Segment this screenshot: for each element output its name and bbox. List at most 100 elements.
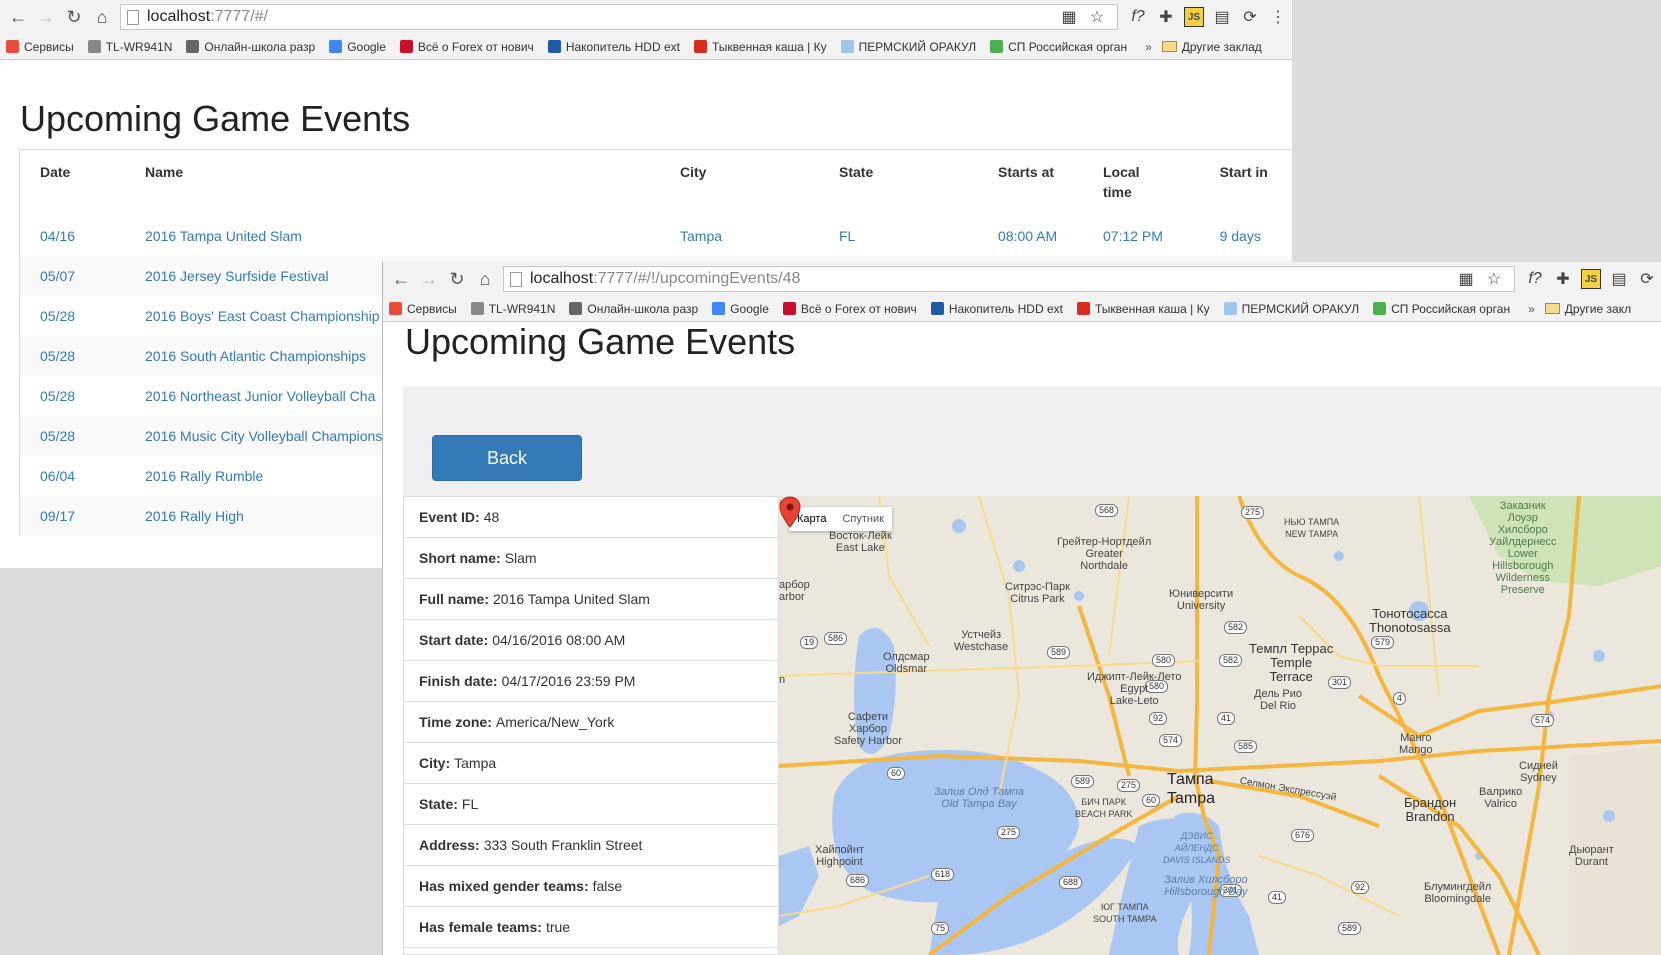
sync-icon[interactable]: ⟳ bbox=[1633, 265, 1661, 293]
bookmark-label: Накопитель HDD ext bbox=[565, 39, 680, 54]
map-label: арбор arbor bbox=[779, 579, 810, 603]
event-location-map[interactable]: 568 275 586 589 580 582 579 301 19 580 582 92 574 41 5… bbox=[779, 496, 1661, 955]
folder-icon bbox=[1161, 41, 1177, 52]
road-shield: 92 bbox=[1149, 712, 1168, 725]
detail-row: Short name: Slam bbox=[404, 538, 778, 579]
map-marker-icon[interactable] bbox=[779, 496, 801, 528]
translate-icon[interactable]: ▦ bbox=[1452, 265, 1480, 293]
bookmark-item[interactable]: Тыквенная каша | Ку bbox=[1076, 301, 1210, 316]
back-button[interactable]: Back bbox=[432, 435, 582, 481]
bookmarks-bar: Сервисы TL-WR941N Онлайн-школа разр Google В… bbox=[0, 34, 1292, 60]
detail-row: Has mixed gender teams: false bbox=[404, 866, 778, 907]
bookmark-item[interactable]: Google bbox=[329, 40, 386, 54]
bookmark-item[interactable]: TL-WR941N bbox=[470, 301, 556, 316]
detail-label: Short name: bbox=[419, 550, 501, 566]
map-label: Олдсмар Oldsmar bbox=[883, 651, 930, 675]
cell-date: 05/28 bbox=[20, 336, 125, 376]
road-shield: 60 bbox=[1142, 794, 1161, 807]
cell-local-time: 07:12 PM bbox=[1083, 216, 1200, 256]
back-arrow-icon[interactable]: ← bbox=[4, 3, 32, 31]
star-icon[interactable]: ☆ bbox=[1083, 3, 1111, 31]
bookmark-item[interactable]: Накопитель HDD ext bbox=[547, 39, 680, 54]
bookmark-favicon-icon bbox=[389, 302, 402, 315]
detail-label: Full name: bbox=[419, 591, 490, 607]
bookmarks-overflow-button[interactable]: » bbox=[1528, 302, 1535, 316]
bookmark-label: TL-WR941N bbox=[488, 301, 556, 316]
bookmark-item[interactable]: СП Российская орган bbox=[990, 40, 1127, 54]
bookmark-item[interactable]: TL-WR941N bbox=[87, 40, 172, 54]
detail-value: 2016 Tampa United Slam bbox=[493, 591, 650, 607]
bookmark-item[interactable]: ПЕРМСКИЙ ОРАКУЛ bbox=[840, 40, 976, 54]
bookmark-favicon-icon bbox=[693, 40, 707, 53]
reload-icon[interactable]: ↻ bbox=[443, 265, 471, 293]
map-label: ЮГ ТАМПА SOUTH TAMPA bbox=[1093, 902, 1157, 924]
bookmark-item[interactable]: Онлайн-школа разр bbox=[569, 302, 698, 316]
bookmark-item[interactable]: Онлайн-школа разр bbox=[186, 40, 315, 54]
map-label: Хайпойнт Highpoint bbox=[815, 844, 864, 868]
bookmark-label: Тыквенная каша | Ку bbox=[1094, 301, 1210, 316]
other-bookmarks-folder[interactable]: Другие закл bbox=[1544, 301, 1632, 316]
bookmarks-overflow-button[interactable]: » bbox=[1145, 40, 1152, 54]
bookmark-item[interactable]: ПЕРМСКИЙ ОРАКУЛ bbox=[1223, 302, 1359, 316]
road-shield: 4 bbox=[1393, 692, 1407, 705]
crosshair-icon[interactable]: ✚ bbox=[1549, 265, 1577, 293]
other-bookmarks-label: Другие закл bbox=[1564, 301, 1632, 316]
table-row[interactable]: 04/16 2016 Tampa United Slam Tampa FL 08:00 … bbox=[20, 216, 1292, 256]
crosshair-icon[interactable]: ✚ bbox=[1152, 3, 1180, 31]
bookmark-item[interactable]: Накопитель HDD ext bbox=[930, 301, 1063, 316]
function-icon[interactable]: f? bbox=[1124, 3, 1152, 31]
forward-arrow-icon[interactable]: → bbox=[415, 265, 443, 293]
road-shield: 586 bbox=[824, 632, 848, 645]
map-city-label-tampa-en: Tampa bbox=[1167, 790, 1216, 807]
bookmark-item[interactable]: Тыквенная каша | Ку bbox=[693, 40, 827, 54]
address-bar[interactable]: localhost:7777/#/!/upcomingEvents/48 ▦ ☆ bbox=[503, 266, 1515, 292]
forward-arrow-icon[interactable]: → bbox=[32, 3, 60, 31]
back-arrow-icon[interactable]: ← bbox=[387, 265, 415, 293]
home-icon[interactable]: ⌂ bbox=[471, 265, 499, 293]
url-host: localhost bbox=[147, 8, 211, 25]
bookmark-item[interactable]: Всё о Forex от нович bbox=[399, 40, 534, 54]
sync-icon[interactable]: ⟳ bbox=[1236, 3, 1264, 31]
translate-icon[interactable]: ▦ bbox=[1055, 3, 1083, 31]
map-label: Манго Mango bbox=[1399, 732, 1433, 756]
page-extension-icon[interactable]: ▤ bbox=[1605, 265, 1633, 293]
cell-starts-at: 08:00 AM bbox=[978, 216, 1083, 256]
page-title: Upcoming Game Events bbox=[20, 98, 411, 139]
bookmark-label: Google bbox=[347, 39, 386, 54]
bookmark-favicon-icon bbox=[87, 40, 101, 53]
road-shield: 582 bbox=[1224, 621, 1248, 634]
bookmark-item[interactable]: Всё о Forex от нович bbox=[782, 302, 917, 316]
map-label: БИЧ ПАРК BEACH PARK bbox=[1075, 797, 1133, 819]
other-bookmarks-folder[interactable]: Другие заклад bbox=[1161, 40, 1262, 54]
detail-value: Tampa bbox=[454, 755, 497, 771]
cell-date: 09/17 bbox=[20, 496, 125, 536]
bookmark-label: Накопитель HDD ext bbox=[948, 301, 1063, 316]
detail-label: Start date: bbox=[419, 632, 489, 648]
bookmark-item[interactable]: СП Российская орган bbox=[1373, 302, 1510, 316]
star-icon[interactable]: ☆ bbox=[1480, 265, 1508, 293]
menu-icon[interactable]: ⋮ bbox=[1264, 3, 1292, 31]
address-bar[interactable]: localhost:7777/#/ ▦ ☆ bbox=[120, 4, 1118, 30]
bookmark-item[interactable]: Сервисы bbox=[389, 302, 457, 316]
js-extension-icon[interactable]: JS bbox=[1184, 7, 1204, 27]
map-label: Блумингдейл Bloomingdale bbox=[1424, 881, 1492, 905]
bookmark-item[interactable]: Google bbox=[712, 302, 769, 316]
map-label: ДЭВИС АЙЛЕНДС DAVIS ISLANDS bbox=[1163, 831, 1231, 865]
map-label: Залив Хилсборо Hillsborough Bay bbox=[1164, 874, 1248, 898]
bookmark-favicon-icon bbox=[470, 302, 484, 315]
column-header: Starts at bbox=[998, 164, 1055, 180]
detail-value: 333 South Franklin Street bbox=[483, 837, 643, 853]
detail-value: FL bbox=[461, 796, 479, 812]
page-extension-icon[interactable]: ▤ bbox=[1208, 3, 1236, 31]
column-header: Date bbox=[40, 164, 71, 180]
cell-name[interactable]: 2016 Tampa United Slam bbox=[125, 216, 660, 256]
function-icon[interactable]: f? bbox=[1521, 265, 1549, 293]
map-type-satellite-button[interactable]: Спутник bbox=[834, 507, 891, 531]
js-extension-icon[interactable]: JS bbox=[1581, 269, 1601, 289]
home-icon[interactable]: ⌂ bbox=[88, 3, 116, 31]
road-shield: 618 bbox=[931, 868, 955, 881]
detail-row: Time zone: America/New_York bbox=[404, 702, 778, 743]
road-shield: 589 bbox=[1071, 775, 1095, 788]
bookmark-item[interactable]: Сервисы bbox=[6, 40, 74, 54]
reload-icon[interactable]: ↻ bbox=[60, 3, 88, 31]
